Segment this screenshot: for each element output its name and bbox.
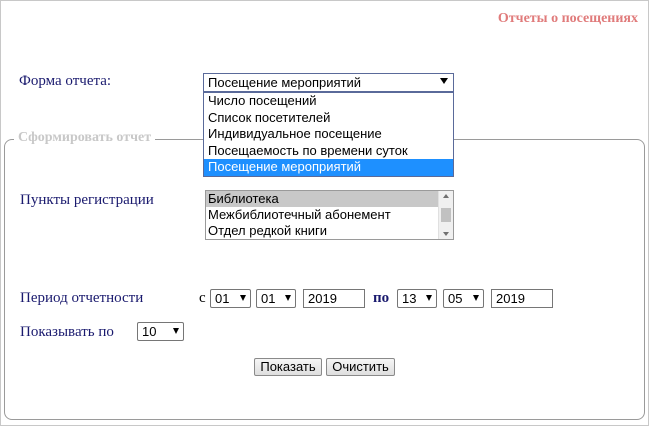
report-form-select[interactable]: Посещение мероприятий (203, 73, 454, 92)
list-item[interactable]: Межбиблиотечный абонемент (206, 207, 438, 223)
scrollbar-thumb[interactable] (441, 208, 451, 222)
report-form-label: Форма отчета: (19, 73, 112, 89)
chevron-down-icon (440, 78, 448, 84)
period-to-label: по (373, 290, 390, 306)
listbox-scrollbar[interactable] (438, 191, 453, 239)
fieldset-legend: Сформировать отчет (14, 130, 156, 146)
to-day-value: 13 (402, 291, 417, 306)
dropdown-option-visit-count[interactable]: Число посещений (204, 93, 453, 110)
to-day-select[interactable]: 13 (397, 289, 437, 308)
dropdown-option-individual-visit[interactable]: Индивидуальное посещение (204, 126, 453, 143)
report-fieldset (4, 139, 645, 420)
show-by-select[interactable]: 10 (137, 322, 184, 341)
registration-listbox[interactable]: Библиотека Межбиблиотечный абонемент Отд… (205, 190, 454, 240)
list-item[interactable]: Отдел редкой книги (206, 223, 438, 239)
to-month-value: 05 (448, 291, 463, 306)
to-month-select[interactable]: 05 (443, 289, 484, 308)
chevron-down-icon (173, 328, 179, 334)
show-button[interactable]: Показать (254, 358, 322, 376)
page-title: Отчеты о посещениях (497, 11, 638, 26)
from-month-select[interactable]: 01 (256, 289, 296, 308)
chevron-down-icon (426, 295, 432, 301)
period-label: Период отчетности (20, 290, 144, 306)
show-by-value: 10 (142, 324, 157, 339)
clear-button[interactable]: Очистить (326, 358, 395, 376)
to-year-input[interactable]: 2019 (491, 289, 553, 308)
dropdown-option-visitor-list[interactable]: Список посетителей (204, 110, 453, 127)
report-form-dropdown: Число посещений Список посетителей Индив… (203, 92, 454, 177)
show-by-label: Показывать по (20, 324, 114, 340)
chevron-down-icon (473, 295, 479, 301)
list-item[interactable]: Библиотека (206, 191, 438, 207)
dropdown-option-event-visits[interactable]: Посещение мероприятий (204, 159, 453, 176)
dropdown-option-attendance-by-time[interactable]: Посещаемость по времени суток (204, 143, 453, 160)
scroll-down-icon[interactable] (443, 232, 449, 236)
chevron-down-icon (240, 295, 246, 301)
registration-label: Пункты регистрации (20, 192, 154, 208)
scroll-up-icon[interactable] (443, 194, 449, 198)
from-month-value: 01 (261, 291, 276, 306)
from-day-select[interactable]: 01 (210, 289, 251, 308)
from-day-value: 01 (215, 291, 230, 306)
report-form-selected-value: Посещение мероприятий (208, 75, 362, 90)
period-from-label: с (199, 290, 206, 306)
chevron-down-icon (285, 295, 291, 301)
from-year-input[interactable]: 2019 (303, 289, 365, 308)
